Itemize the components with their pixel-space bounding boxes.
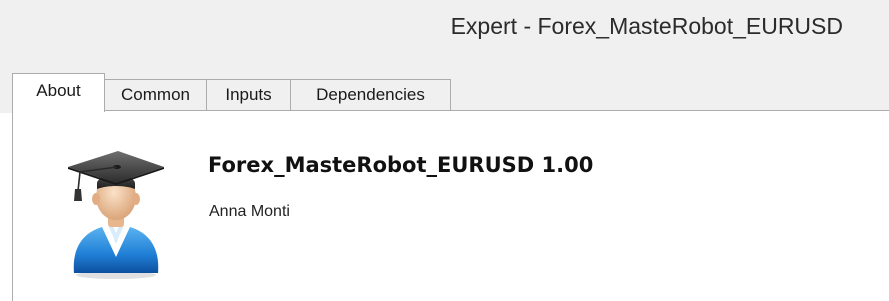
author-name: Anna Monti <box>209 203 290 220</box>
tab-inputs-label: Inputs <box>225 85 272 104</box>
product-name: Forex_MasteRobot_EURUSD 1.00 <box>208 153 594 177</box>
tab-common[interactable]: Common <box>104 79 207 110</box>
expert-properties-window: Expert - Forex_MasteRobot_EURUSD About C… <box>0 0 889 301</box>
tab-about-label: About <box>36 81 81 100</box>
tab-dependencies[interactable]: Dependencies <box>290 79 451 110</box>
tab-common-label: Common <box>121 85 190 104</box>
tab-dependencies-label: Dependencies <box>316 85 425 104</box>
window-title: Expert - Forex_MasteRobot_EURUSD <box>450 13 843 39</box>
graduate-user-icon <box>64 145 168 280</box>
title-bar[interactable]: Expert - Forex_MasteRobot_EURUSD <box>0 0 889 56</box>
tab-inputs[interactable]: Inputs <box>206 79 291 110</box>
tab-about[interactable]: About <box>12 73 105 112</box>
